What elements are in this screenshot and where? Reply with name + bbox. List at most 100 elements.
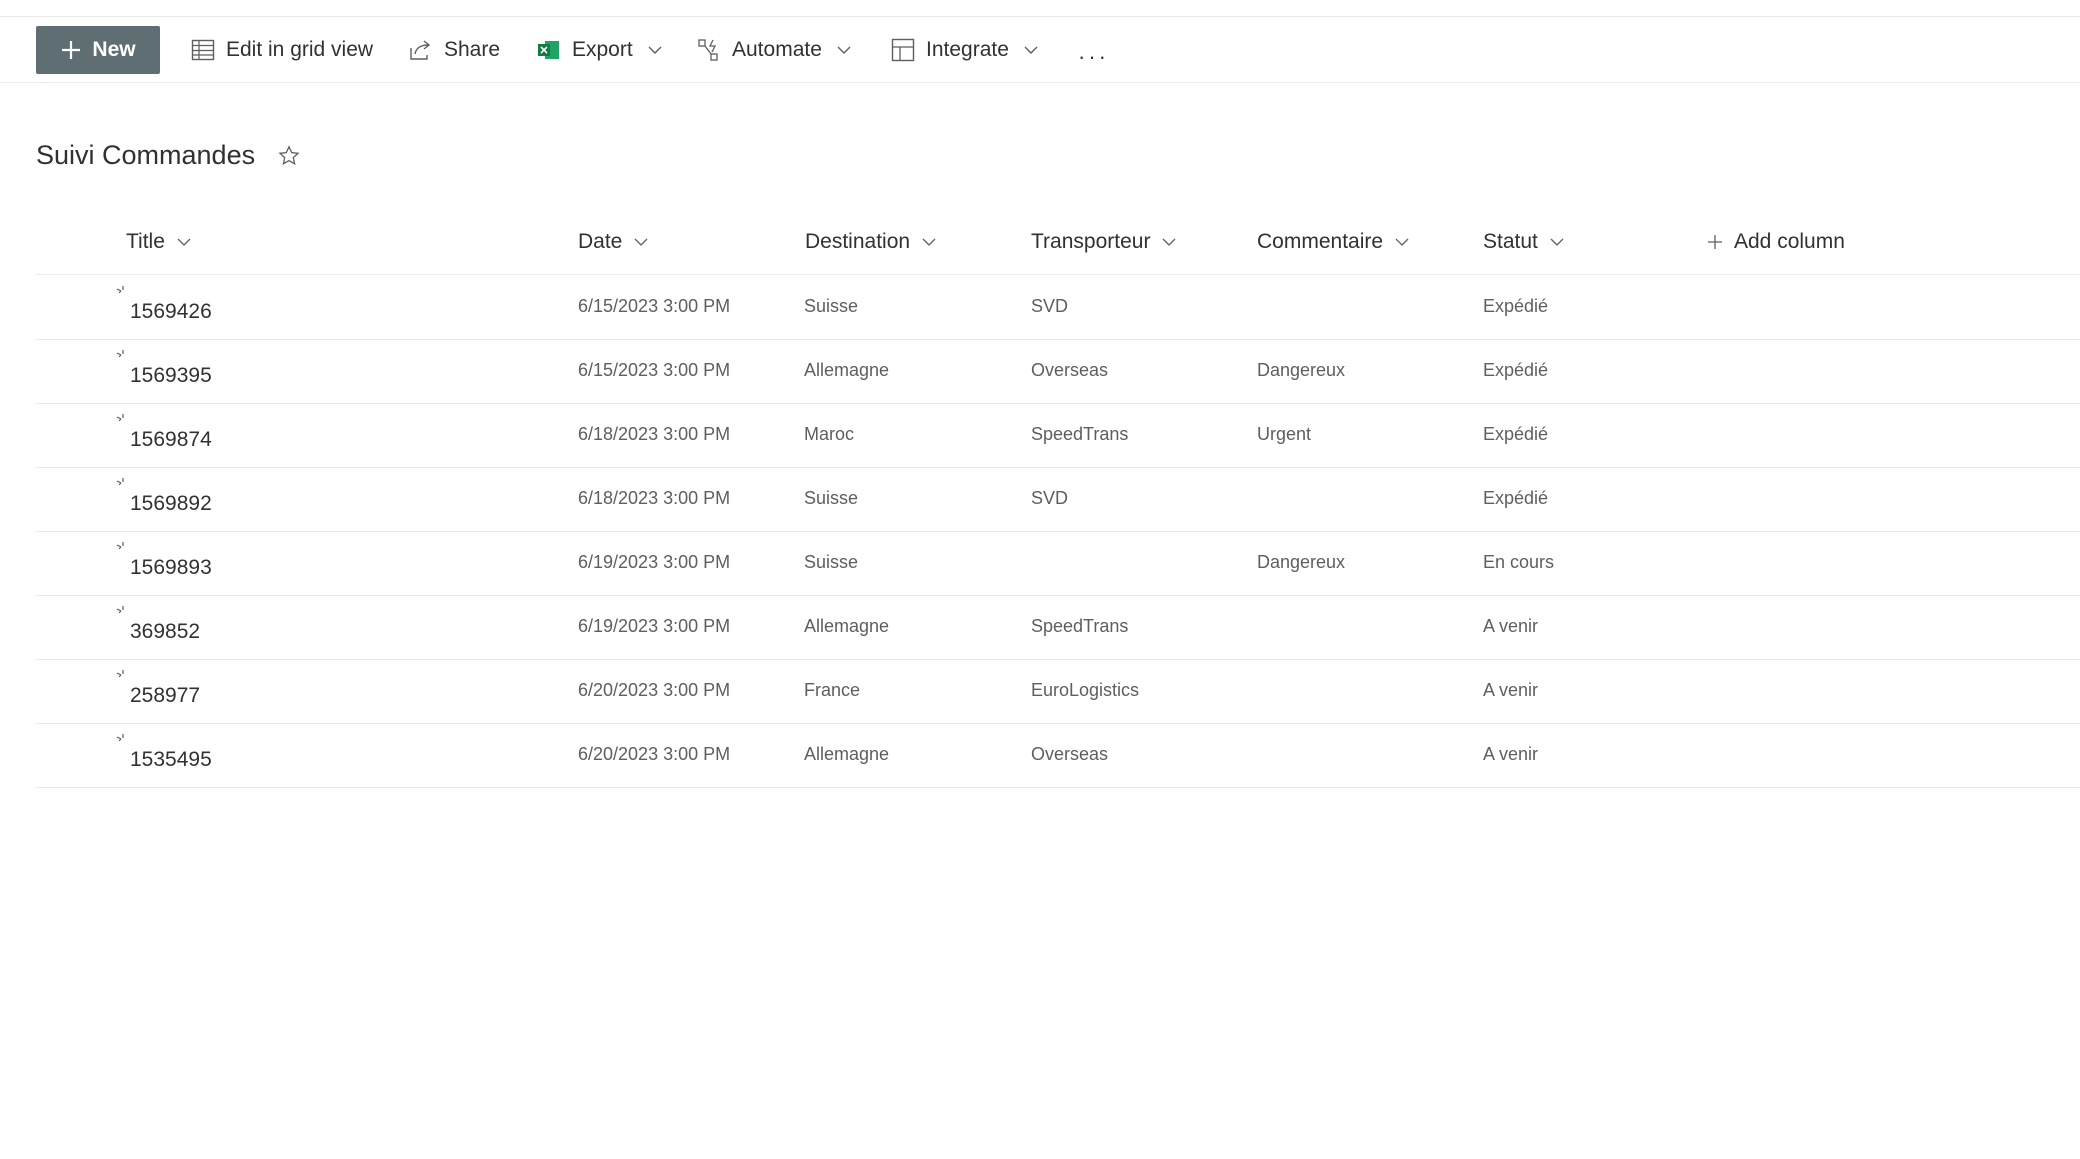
item-title-link[interactable]: 258977 <box>130 684 200 708</box>
chevron-down-icon <box>1024 46 1038 54</box>
chevron-down-icon <box>1395 238 1409 246</box>
plus-icon <box>1708 235 1722 249</box>
export-button[interactable]: Export <box>536 26 663 74</box>
cell-date: 6/18/2023 3:00 PM <box>578 424 731 444</box>
integrate-icon <box>891 38 915 62</box>
add-column-label: Add column <box>1734 230 1845 253</box>
cell-title[interactable]: 1569426 <box>116 286 212 324</box>
item-title-link[interactable]: 1569892 <box>130 492 212 516</box>
cell-statut: En cours <box>1483 552 1555 572</box>
integrate-button[interactable]: Integrate <box>890 26 1039 74</box>
chevron-down-icon <box>1162 238 1176 246</box>
more-options-button[interactable]: ··· <box>1078 46 1109 68</box>
cell-title[interactable]: 369852 <box>116 606 200 644</box>
edit-grid-view-label: Edit in grid view <box>226 38 374 61</box>
cell-commentaire: Urgent <box>1257 424 1312 444</box>
cell-transporteur: SpeedTrans <box>1031 616 1129 636</box>
list-title-container: Suivi Commandes <box>36 140 301 171</box>
cell-title[interactable]: 1569892 <box>116 478 212 516</box>
column-header-label: Title <box>126 230 165 253</box>
table-row[interactable]: 1535495 6/20/2023 3:00 PM Allemagne Oversea… <box>36 724 2080 788</box>
chevron-down-icon <box>1550 238 1564 246</box>
column-header-label: Transporteur <box>1031 230 1151 253</box>
cell-statut: A venir <box>1483 680 1539 700</box>
plus-icon <box>62 41 81 59</box>
item-title-link[interactable]: 1569426 <box>130 300 212 324</box>
excel-icon <box>538 41 559 59</box>
new-item-icon <box>116 542 124 550</box>
cell-title[interactable]: 1569874 <box>116 414 212 452</box>
new-item-icon <box>116 350 124 358</box>
cell-destination: Allemagne <box>804 744 890 764</box>
table-row[interactable]: 369852 6/19/2023 3:00 PM Allemagne SpeedTra… <box>36 596 2080 660</box>
chevron-down-icon <box>837 46 851 54</box>
column-header-label: Date <box>578 230 623 253</box>
cell-statut: A venir <box>1483 616 1539 636</box>
page-title: Suivi Commandes <box>36 140 256 170</box>
share-button[interactable]: Share <box>408 26 500 74</box>
new-item-icon <box>116 286 124 294</box>
cell-commentaire: Dangereux <box>1257 360 1346 380</box>
share-icon <box>410 40 431 60</box>
item-title-link[interactable]: 1569874 <box>130 428 212 452</box>
command-bar: New Edit in grid view Share Export Autom… <box>0 17 2080 83</box>
cell-title[interactable]: 1535495 <box>116 734 212 772</box>
integrate-label: Integrate <box>926 38 1009 61</box>
item-title-link[interactable]: 1535495 <box>130 748 212 772</box>
cell-date: 6/20/2023 3:00 PM <box>578 680 731 700</box>
cell-title[interactable]: 1569893 <box>116 542 212 580</box>
item-title-link[interactable]: 1569893 <box>130 556 212 580</box>
automate-icon <box>698 39 718 61</box>
new-item-icon <box>116 478 124 486</box>
cell-destination: Maroc <box>804 424 855 444</box>
column-header-statut[interactable]: Statut <box>1483 222 1566 262</box>
cell-date: 6/20/2023 3:00 PM <box>578 744 731 764</box>
column-header-title[interactable]: Title <box>126 222 193 262</box>
table-row[interactable]: 1569892 6/18/2023 3:00 PM Suisse SVD Expédié <box>36 468 2080 532</box>
cell-statut: A venir <box>1483 744 1539 764</box>
cell-date: 6/18/2023 3:00 PM <box>578 488 731 508</box>
automate-button[interactable]: Automate <box>696 26 852 74</box>
cell-transporteur: SVD <box>1031 296 1069 316</box>
cell-commentaire: Dangereux <box>1257 552 1346 572</box>
item-title-link[interactable]: 369852 <box>130 620 200 644</box>
star-icon[interactable] <box>277 144 301 168</box>
table-row[interactable]: 258977 6/20/2023 3:00 PM France EuroLogisti… <box>36 660 2080 724</box>
new-item-icon <box>116 606 124 614</box>
column-header-label: Destination <box>805 230 911 253</box>
cell-statut: Expédié <box>1483 424 1549 444</box>
column-header-date[interactable]: Date <box>578 222 650 262</box>
cell-date: 6/19/2023 3:00 PM <box>578 552 731 572</box>
chevron-down-icon <box>634 238 648 246</box>
grid-icon <box>191 39 215 61</box>
cell-title[interactable]: 258977 <box>116 670 200 708</box>
column-header-transporteur[interactable]: Transporteur <box>1031 222 1178 262</box>
table-row[interactable]: 1569893 6/19/2023 3:00 PM Suisse Dangereux E… <box>36 532 2080 596</box>
column-header-commentaire[interactable]: Commentaire <box>1257 222 1411 262</box>
cell-date: 6/15/2023 3:00 PM <box>578 296 731 316</box>
header-divider <box>36 274 2080 275</box>
add-column-button[interactable]: Add column <box>1706 222 1845 262</box>
new-button[interactable]: New <box>36 26 160 74</box>
cell-transporteur: Overseas <box>1031 360 1109 380</box>
table-row[interactable]: 1569874 6/18/2023 3:00 PM Maroc SpeedTrans U… <box>36 404 2080 468</box>
table-row[interactable]: 1569395 6/15/2023 3:00 PM Allemagne Oversea… <box>36 340 2080 404</box>
item-title-link[interactable]: 1569395 <box>130 364 212 388</box>
cell-destination: Suisse <box>804 552 859 572</box>
cell-destination: Allemagne <box>804 616 890 636</box>
cell-date: 6/19/2023 3:00 PM <box>578 616 731 636</box>
chevron-down-icon <box>648 46 662 54</box>
cell-destination: Suisse <box>804 488 859 508</box>
edit-grid-view-button[interactable]: Edit in grid view <box>190 26 373 74</box>
cell-title[interactable]: 1569395 <box>116 350 212 388</box>
cell-transporteur: SVD <box>1031 488 1069 508</box>
column-header-destination[interactable]: Destination <box>805 222 938 262</box>
cell-transporteur: SpeedTrans <box>1031 424 1129 444</box>
cell-date: 6/15/2023 3:00 PM <box>578 360 731 380</box>
chevron-down-icon <box>922 238 936 246</box>
new-item-icon <box>116 414 124 422</box>
column-header-label: Statut <box>1483 230 1538 253</box>
cell-destination: Allemagne <box>804 360 890 380</box>
chevron-down-icon <box>177 238 191 246</box>
table-row[interactable]: 1569426 6/15/2023 3:00 PM Suisse SVD Expédié <box>36 276 2080 340</box>
